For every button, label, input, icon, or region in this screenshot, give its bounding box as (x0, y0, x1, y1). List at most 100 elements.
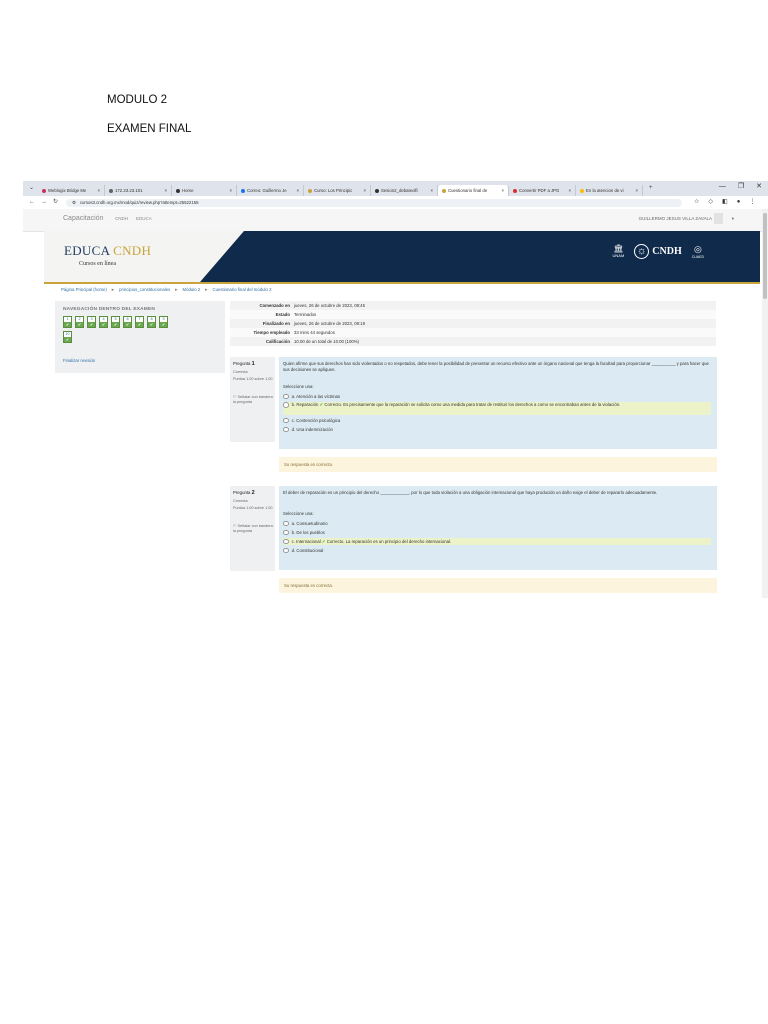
question-nav-button[interactable]: 6 ✔ (123, 316, 132, 328)
browser-tab[interactable]: Convertir PDF a JPG × (509, 185, 577, 196)
answer-option[interactable]: b. De los pueblos (283, 529, 711, 536)
browser-tab[interactable]: Home × (172, 185, 238, 196)
tab-close-icon[interactable]: × (431, 188, 434, 193)
question-nav-button[interactable]: 8 ✔ (147, 316, 156, 328)
breadcrumb-course[interactable]: principios_constitucionales (119, 287, 170, 292)
bookmark-star-icon[interactable]: ☆ (694, 199, 699, 206)
summary-row: Estado Terminados (230, 310, 716, 319)
radio-button[interactable] (283, 393, 289, 400)
tab-close-icon[interactable]: × (98, 188, 101, 193)
educa-logo[interactable]: EDUCA CNDH (64, 243, 151, 259)
question-nav-button[interactable]: 3 ✔ (87, 316, 96, 328)
answer-text: c. Internacional ✓ Correcto. La reparaci… (292, 539, 452, 544)
question-nav-button[interactable]: 9 ✔ (159, 316, 168, 328)
chevron-down-icon[interactable]: ▾ (732, 216, 734, 221)
answer-option[interactable]: c. Internacional ✓ Correcto. La reparaci… (283, 538, 711, 545)
sidebar-icon[interactable]: ◧ (722, 199, 728, 206)
question-nav-button[interactable]: 5 ✔ (111, 316, 120, 328)
answer-text: d. Una indemnización (292, 427, 333, 432)
tab-label: Cuestionario final de (448, 187, 488, 193)
site-nav-cndh[interactable]: CNDH (115, 216, 128, 221)
breadcrumb-home[interactable]: Página Principal (home) (61, 287, 107, 292)
answer-label: a. Consuetudinario (291, 520, 328, 526)
flag-question-link[interactable]: ⚐ Señalar con bandera la pregunta (233, 395, 273, 405)
forward-icon[interactable]: → (41, 199, 47, 206)
url-field[interactable]: ⚙ cursos3.cndh.org.mx/mod/quiz/review.ph… (66, 198, 683, 207)
avatar[interactable] (714, 213, 723, 224)
browser-tab[interactable]: Curso: Los Principio × (304, 185, 372, 196)
browser-tab[interactable]: Correo: Guillermo Je × (237, 185, 305, 196)
extensions-icon[interactable]: ◇ (708, 199, 713, 206)
breadcrumb-quiz[interactable]: Cuestionario final del módulo 2 (212, 287, 271, 292)
site-settings-icon[interactable]: ⚙ (72, 200, 76, 205)
question-nav-button[interactable]: 4 ✔ (99, 316, 108, 328)
tab-favicon-icon (308, 188, 313, 193)
tab-search-icon[interactable]: ⌄ (29, 185, 34, 192)
tab-close-icon[interactable]: × (636, 188, 639, 193)
site-banner: EDUCA CNDH Cursos en línea 🏛 UNAM ☼ CNDH … (44, 231, 760, 282)
back-icon[interactable]: ← (29, 199, 35, 206)
breadcrumb-module[interactable]: Módulo 2 (183, 287, 201, 292)
profile-icon[interactable]: ● (737, 199, 741, 206)
radio-button[interactable] (283, 547, 289, 554)
summary-row: Calificación 10.00 de un total de 10.00 (… (230, 337, 716, 346)
question-nav-button[interactable]: 10 ✔ (63, 331, 72, 343)
page-scrollbar[interactable] (762, 209, 768, 598)
close-window-icon[interactable]: ✕ (756, 183, 762, 191)
tab-label: Correo: Guillermo Je (247, 187, 287, 193)
site-nav-educa[interactable]: EDUCA (136, 216, 152, 221)
question-info-panel: Pregunta 1 Correcta Puntúa 1.00 sobre 1.00… (230, 357, 275, 442)
site-brand[interactable]: Capacitación (63, 215, 103, 223)
check-icon: ✔ (124, 321, 131, 327)
browser-tab[interactable]: 172.23.23.101 × (105, 185, 173, 196)
question-label-text: Pregunta (233, 361, 251, 366)
reload-icon[interactable]: ↻ (53, 199, 58, 206)
question-nav-button[interactable]: 1 ✔ (63, 316, 72, 328)
answer-label: b. Reparación (291, 402, 319, 407)
minimize-icon[interactable]: — (719, 183, 726, 191)
question-nav-button[interactable]: 2 ✔ (75, 316, 84, 328)
flag-question-label: Señalar con bandera la pregunta (233, 524, 273, 534)
question-number: 2 (251, 490, 255, 496)
tab-close-icon[interactable]: × (297, 188, 300, 193)
tab-close-icon[interactable]: × (502, 188, 505, 193)
check-icon: ✔ (136, 321, 143, 327)
question-nav-button[interactable]: 7 ✔ (135, 316, 144, 328)
browser-tab[interactable]: Cuestionario final de × (438, 185, 510, 196)
question-points: Puntúa 1.00 sobre 1.00 (233, 377, 273, 381)
maximize-icon[interactable]: ❐ (738, 183, 744, 191)
answer-text: c. Contención psicológica (292, 418, 341, 423)
address-bar-row: ← → ↻ ⚙ cursos3.cndh.org.mx/mod/quiz/rev… (23, 196, 768, 210)
flag-question-label: Señalar con bandera la pregunta (233, 395, 273, 405)
finish-review-link[interactable]: Finalizar revisión (63, 358, 95, 363)
answer-option[interactable]: c. Contención psicológica (283, 417, 711, 424)
answer-option[interactable]: d. Una indemnización (283, 426, 711, 433)
tab-label: Sesion2_debateolfi (381, 187, 418, 193)
menu-icon[interactable]: ⋮ (749, 199, 755, 206)
radio-button[interactable] (283, 529, 289, 536)
browser-tab[interactable]: En la atencion de vi × (576, 185, 644, 196)
answer-option[interactable]: a. Atención a las víctimas (283, 393, 711, 400)
answer-option[interactable]: b. Reparación ✓ Correcto. Es precisament… (283, 402, 711, 415)
browser-tab[interactable]: Weblogix Bridge Me × (38, 185, 106, 196)
answer-option[interactable]: a. Consuetudinario (283, 520, 711, 527)
radio-button[interactable] (283, 426, 289, 433)
radio-button[interactable] (283, 402, 289, 408)
tab-close-icon[interactable]: × (569, 188, 572, 193)
document-heading-exam: EXAMEN FINAL (107, 123, 192, 135)
tab-close-icon[interactable]: × (230, 188, 233, 193)
tab-favicon-icon (109, 188, 114, 193)
radio-button[interactable] (283, 538, 289, 545)
answer-label: a. Atención a las víctimas (291, 393, 341, 399)
tab-close-icon[interactable]: × (165, 188, 168, 193)
check-icon: ✔ (148, 321, 155, 327)
user-name[interactable]: GUILLERMO JESUS VILLA ZAVALA (639, 216, 712, 221)
tab-favicon-icon (442, 188, 447, 193)
tab-close-icon[interactable]: × (364, 188, 367, 193)
flag-question-link[interactable]: ⚐ Señalar con bandera la pregunta (233, 524, 273, 534)
new-tab-icon[interactable]: + (649, 185, 653, 192)
browser-tab[interactable]: Sesion2_debateolfi × (371, 185, 439, 196)
answer-option[interactable]: d. Constitucional (283, 547, 711, 554)
radio-button[interactable] (283, 520, 289, 527)
radio-button[interactable] (283, 417, 289, 424)
